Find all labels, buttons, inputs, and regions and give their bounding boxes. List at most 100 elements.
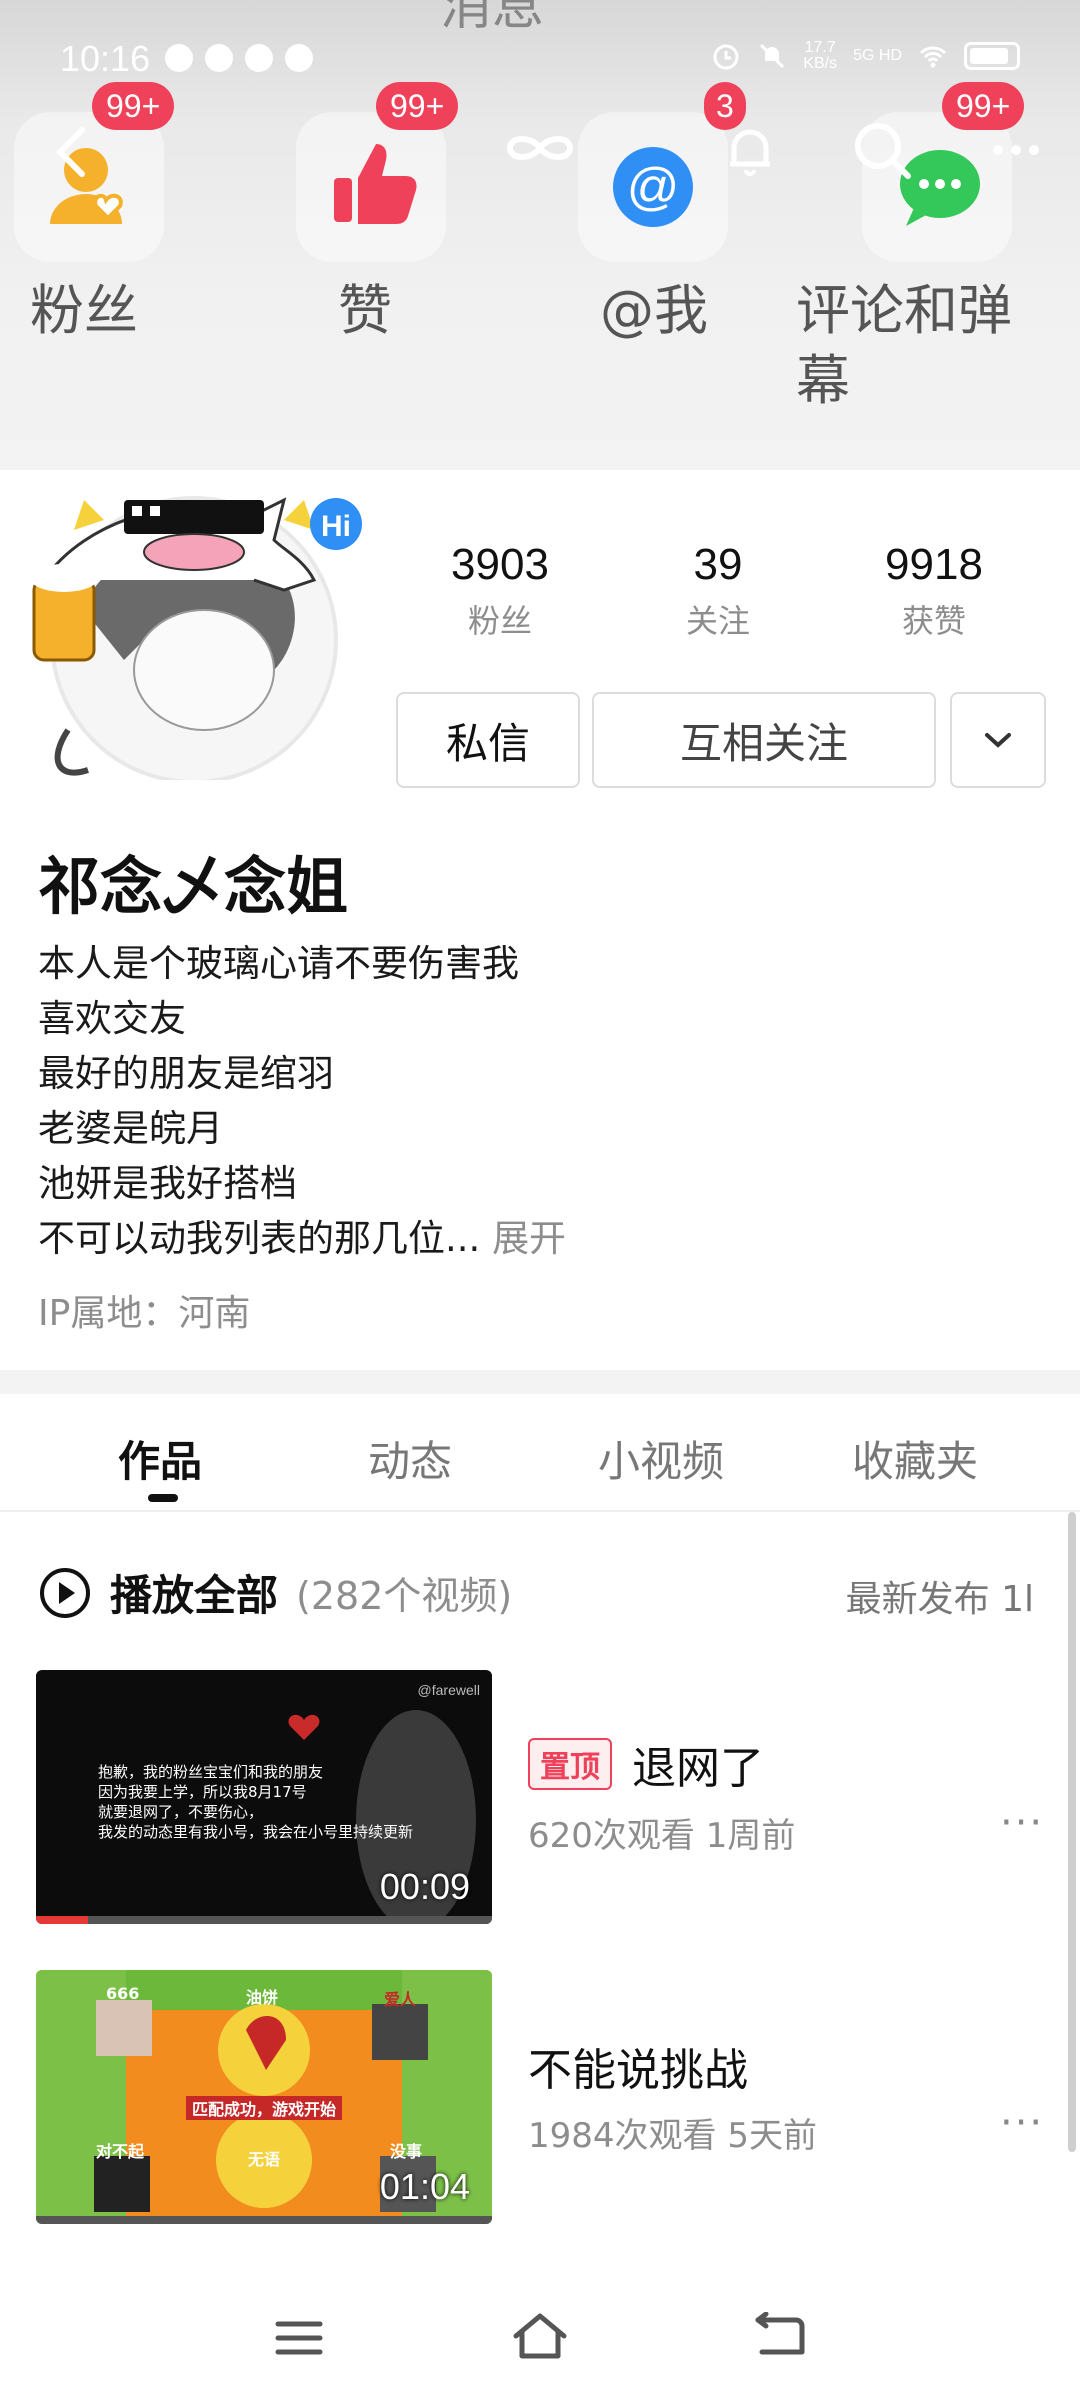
- expand-actions-button[interactable]: [950, 692, 1046, 788]
- video-title: 退网了: [632, 1743, 764, 1794]
- video-age: 5天前: [727, 2116, 817, 2156]
- video-thumbnail[interactable]: @farewell 抱歉，我的粉丝宝宝们和我的朋友 因为我要上学，所以我8月17…: [36, 1670, 492, 1924]
- svg-text:@: @: [627, 158, 680, 216]
- message-header-area: 消息 10:16 17.7 KB/s 5G HD 99+ 粉丝 99+ 赞 @ …: [0, 0, 1080, 470]
- thumbnail-caption: 抱歉，我的粉丝宝宝们和我的朋友 因为我要上学，所以我8月17号 就要退网了，不要…: [98, 1763, 414, 1841]
- video-meta: 1984次观看 5天前: [528, 2108, 817, 2157]
- search-icon[interactable]: [850, 118, 914, 182]
- infinity-icon[interactable]: [500, 128, 580, 168]
- section-divider: [0, 1370, 1080, 1394]
- app-notification-icon: [165, 44, 193, 72]
- thumbnail-banner: 匹配成功，游戏开始: [186, 2096, 343, 2120]
- stat-following[interactable]: 39 关注: [618, 540, 818, 642]
- bio-line: 喜欢交友: [38, 997, 186, 1040]
- video-more-button[interactable]: ···: [1000, 1800, 1044, 1846]
- bio: 本人是个玻璃心请不要伤害我 喜欢交友 最好的朋友是绾羽 老婆是皖月 池妍是我好搭…: [38, 936, 566, 1266]
- tab-short-videos[interactable]: 小视频: [598, 1428, 724, 1489]
- bio-line: 不可以动我列表的那几位...: [38, 1217, 481, 1260]
- video-thumbnail[interactable]: 666 油饼 爱人 匹配成功，游戏开始 对不起 无语 没事 01:04: [36, 1970, 492, 2224]
- likes-badge: 99+: [376, 82, 459, 130]
- bio-line: 本人是个玻璃心请不要伤害我: [38, 942, 519, 985]
- likes-label: 赞: [338, 279, 392, 342]
- battery-icon: [964, 42, 1020, 70]
- video-title: 不能说挑战: [528, 2045, 748, 2096]
- stat-fans[interactable]: 3903 粉丝: [400, 540, 600, 642]
- video-more-button[interactable]: ···: [1000, 2100, 1044, 2146]
- thumbnail-label: 对不起: [96, 2142, 145, 2161]
- video-title-row[interactable]: 不能说挑战: [528, 2034, 748, 2098]
- avatar[interactable]: Hi: [14, 460, 374, 792]
- more-options-icon[interactable]: [990, 140, 1042, 160]
- bio-line: 池妍是我好搭档: [38, 1162, 297, 1205]
- mute-icon: [760, 43, 785, 69]
- ip-location: IP属地：河南: [38, 1293, 251, 1334]
- wechat-notification-icon: [245, 44, 273, 72]
- video-views: 1984次观看: [528, 2116, 717, 2156]
- content-tabs: 作品 动态 小视频 收藏夹: [0, 1394, 1080, 1512]
- alarm-icon: [713, 44, 739, 70]
- status-notification-icons: [165, 44, 313, 72]
- video-title-row[interactable]: 置顶 退网了: [528, 1732, 764, 1796]
- username: 祁念乄念姐: [38, 850, 349, 923]
- thumbnail-label: 没事: [390, 2142, 423, 2161]
- bio-line: 最好的朋友是绾羽: [38, 1052, 334, 1095]
- stat-value: 3903: [451, 540, 549, 589]
- like-icon: [334, 144, 417, 224]
- stat-value: 39: [693, 540, 743, 589]
- home-icon[interactable]: [510, 2310, 570, 2362]
- likes-category-button[interactable]: [296, 112, 446, 262]
- play-circle-icon: [40, 1567, 90, 1618]
- avatar-image: Hi: [30, 488, 362, 792]
- play-all-button[interactable]: 播放全部 (282个视频): [38, 1562, 512, 1623]
- page-title-ghost: 消息: [440, 0, 545, 37]
- mutual-follow-button[interactable]: 互相关注: [592, 692, 936, 788]
- message-button[interactable]: 私信: [396, 692, 580, 788]
- message-notification-icon: [285, 44, 313, 72]
- status-right: 17.7 KB/s 5G HD: [711, 40, 1020, 72]
- menu-icon[interactable]: [274, 2318, 324, 2358]
- network-speed: 17.7 KB/s: [803, 39, 838, 72]
- bio-line-last: 不可以动我列表的那几位... 展开: [38, 1211, 566, 1266]
- network-type: 5G HD: [853, 47, 902, 64]
- play-all-label: 播放全部: [110, 1571, 279, 1620]
- system-navigation-bar: [0, 2268, 1080, 2400]
- video-duration: 01:04: [379, 2166, 470, 2207]
- chevron-down-icon: [985, 733, 1011, 748]
- comments-badge: 99+: [942, 82, 1025, 130]
- back-nav-icon[interactable]: [752, 2312, 808, 2360]
- tab-works[interactable]: 作品: [118, 1428, 202, 1489]
- status-time: 10:16: [60, 38, 151, 79]
- scrollbar[interactable]: [1068, 1512, 1076, 2152]
- mentions-label: @我: [600, 279, 708, 342]
- thumbnail-label: 油饼: [246, 1988, 279, 2007]
- thumbnail-watermark: @farewell: [417, 1682, 480, 1698]
- stat-value: 9918: [885, 540, 983, 589]
- back-icon[interactable]: [52, 126, 92, 178]
- mentions-category-button[interactable]: @: [578, 112, 728, 262]
- chat-notification-icon: [205, 44, 233, 72]
- video-age: 1周前: [705, 1816, 796, 1856]
- stat-label: 获赞: [901, 602, 966, 640]
- stat-label: 粉丝: [467, 602, 532, 640]
- tab-dynamics[interactable]: 动态: [368, 1428, 452, 1489]
- wifi-icon: [919, 46, 947, 68]
- stat-likes[interactable]: 9918 获赞: [834, 540, 1034, 642]
- sort-dropdown[interactable]: 最新发布 1l: [846, 1570, 1034, 1622]
- video-count: (282个视频): [296, 1574, 513, 1618]
- thumbnail-label: 666: [106, 1984, 140, 2003]
- bio-line: 老婆是皖月: [38, 1107, 223, 1150]
- video-views: 620次观看: [528, 1816, 695, 1856]
- stat-label: 关注: [685, 602, 750, 640]
- tab-favorites[interactable]: 收藏夹: [852, 1428, 978, 1489]
- video-meta: 620次观看 1周前: [528, 1808, 795, 1857]
- fans-label: 粉丝: [30, 279, 138, 342]
- at-icon: @: [613, 147, 693, 227]
- thumbnail-label: 爱人: [384, 1990, 417, 2009]
- tab-active-indicator: [148, 1494, 178, 1502]
- svg-text:Hi: Hi: [321, 510, 351, 543]
- pinned-badge: 置顶: [528, 1738, 612, 1790]
- thumbnail-label: 无语: [248, 2150, 281, 2169]
- bio-expand-link[interactable]: 展开: [492, 1217, 566, 1260]
- video-duration: 00:09: [379, 1866, 470, 1907]
- notification-settings-icon[interactable]: [720, 120, 780, 180]
